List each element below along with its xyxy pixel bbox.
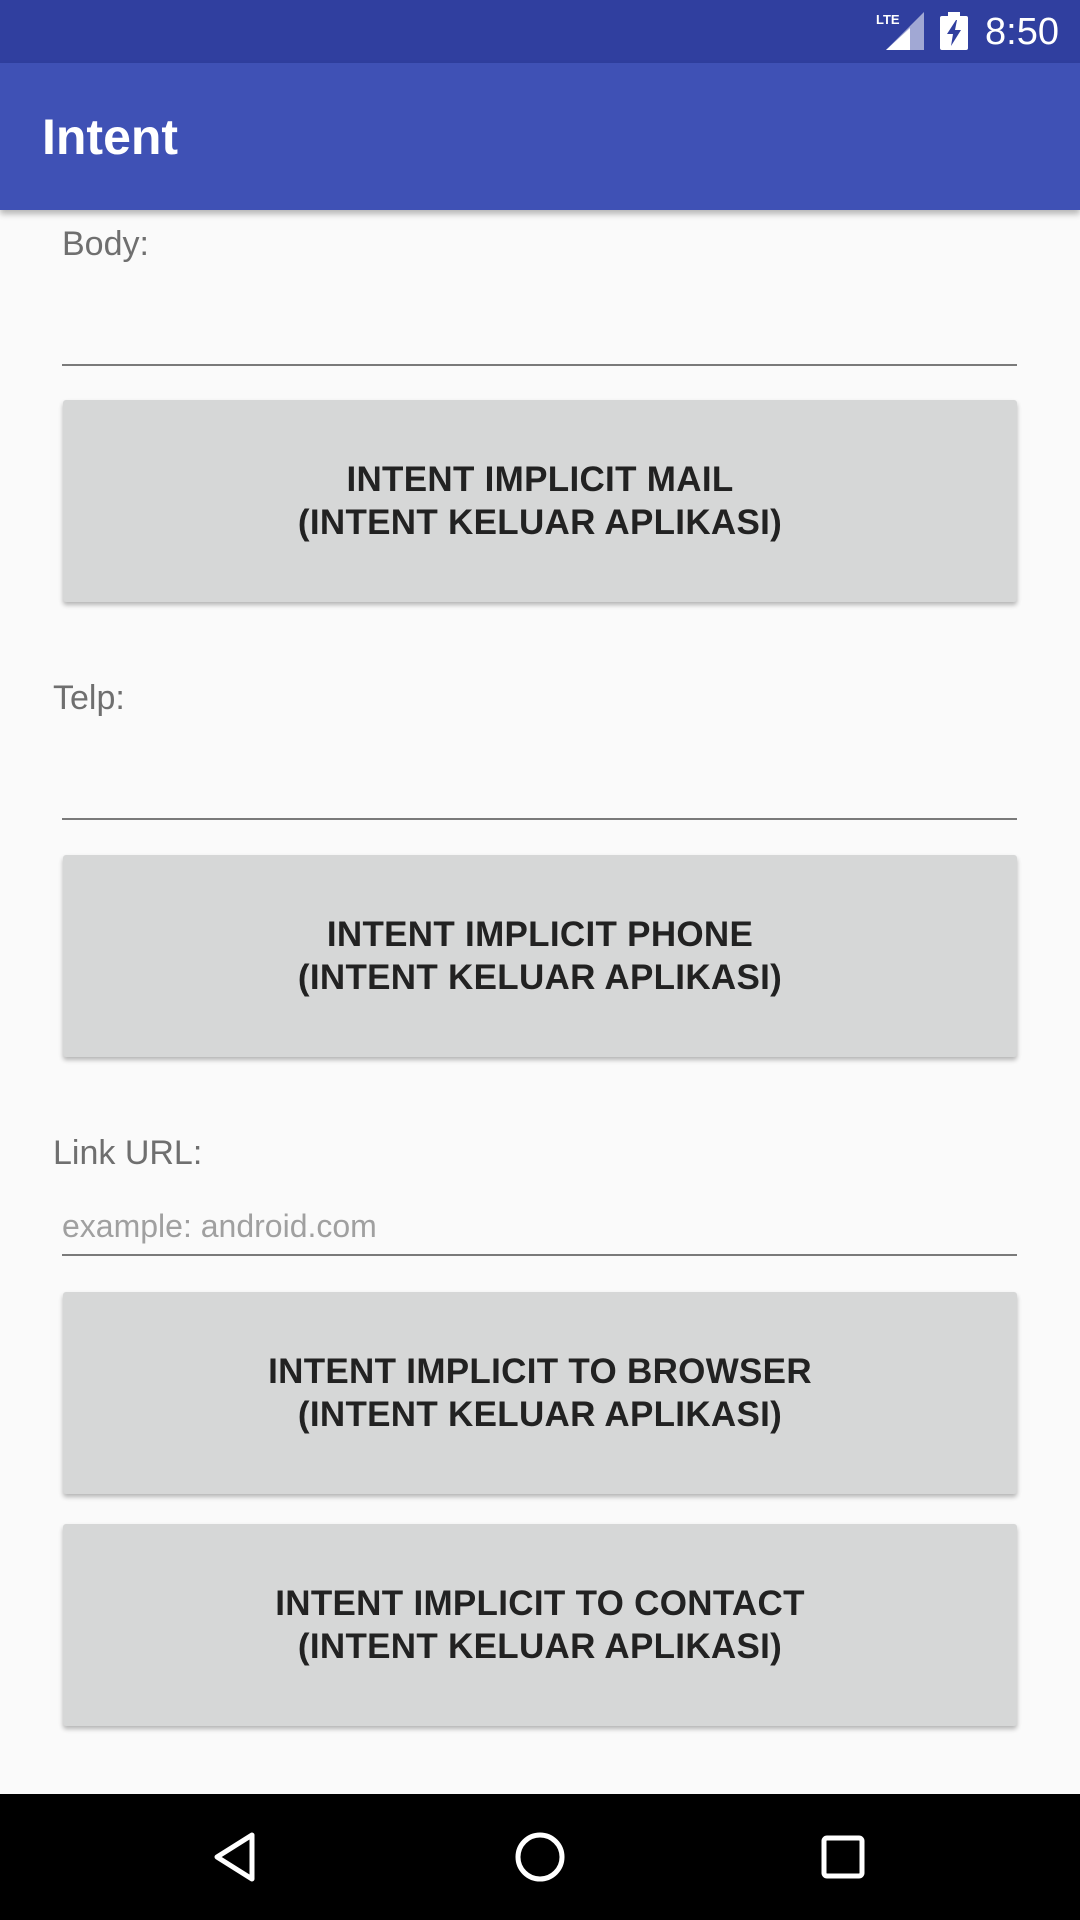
intent-browser-button[interactable]: INTENT IMPLICIT TO BROWSER (INTENT KELUA…: [63, 1292, 1017, 1494]
recents-icon: [821, 1835, 865, 1879]
button-label-line2: (INTENT KELUAR APLIKASI): [297, 1395, 783, 1434]
button-label-line1: INTENT IMPLICIT MAIL: [346, 460, 734, 499]
intent-mail-button[interactable]: INTENT IMPLICIT MAIL (INTENT KELUAR APLI…: [63, 400, 1017, 602]
intent-contact-button[interactable]: INTENT IMPLICIT TO CONTACT (INTENT KELUA…: [63, 1524, 1017, 1726]
link-url-label: Link URL:: [53, 1134, 203, 1172]
status-time: 8:50: [985, 11, 1059, 53]
button-label-line1: INTENT IMPLICIT TO CONTACT: [275, 1584, 805, 1623]
network-type-label: LTE: [876, 12, 900, 27]
button-label-line2: (INTENT KELUAR APLIKASI): [297, 1627, 783, 1666]
back-icon: [214, 1832, 255, 1882]
lte-signal-icon: LTE: [876, 12, 924, 50]
nav-recents-button[interactable]: [798, 1814, 888, 1900]
telp-input[interactable]: [62, 762, 1017, 820]
battery-charging-icon: [940, 12, 968, 50]
intent-phone-button[interactable]: INTENT IMPLICIT PHONE (INTENT KELUAR APL…: [63, 855, 1017, 1057]
nav-home-button[interactable]: [495, 1814, 585, 1900]
link-url-input[interactable]: [62, 1198, 1017, 1256]
navigation-bar: [0, 1794, 1080, 1920]
status-bar: LTE 8:50: [0, 0, 1080, 63]
body-input[interactable]: [62, 308, 1017, 366]
telp-label: Telp:: [53, 679, 125, 717]
body-label: Body:: [62, 225, 149, 263]
button-label-line2: (INTENT KELUAR APLIKASI): [297, 503, 783, 542]
button-label-line1: INTENT IMPLICIT PHONE: [326, 915, 754, 954]
button-label-line1: INTENT IMPLICIT TO BROWSER: [268, 1352, 812, 1391]
nav-back-button[interactable]: [190, 1814, 280, 1900]
app-bar: Intent: [0, 63, 1080, 210]
home-icon: [515, 1832, 565, 1882]
app-title: Intent: [42, 109, 179, 165]
button-label-line2: (INTENT KELUAR APLIKASI): [297, 958, 783, 997]
